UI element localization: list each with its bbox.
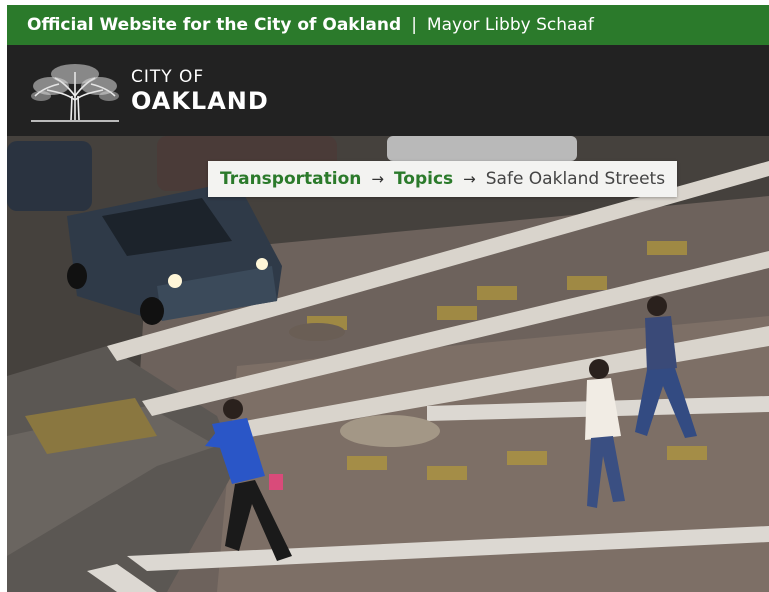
logo-oakland: OAKLAND <box>131 86 269 115</box>
logo-city-of: CITY OF <box>131 66 205 87</box>
city-of-oakland-logo[interactable]: CITY OF OAKLAND <box>29 60 269 122</box>
oak-tree-icon <box>31 63 119 122</box>
logo-wordmark: CITY OF OAKLAND <box>131 66 269 115</box>
hero-image: Transportation → Topics → Safe Oakland S… <box>7 136 769 592</box>
site-header: CITY OF OAKLAND <box>7 45 769 136</box>
crosswalk-photo <box>7 136 769 592</box>
breadcrumb-arrow-icon: → <box>463 170 476 188</box>
breadcrumb-link-topics[interactable]: Topics <box>394 169 453 189</box>
breadcrumb: Transportation → Topics → Safe Oakland S… <box>208 161 678 197</box>
mayor-link[interactable]: Mayor Libby Schaaf <box>427 15 594 35</box>
breadcrumb-current-page: Safe Oakland Streets <box>485 169 666 189</box>
breadcrumb-link-transportation[interactable]: Transportation <box>220 169 361 189</box>
page-frame: Official Website for the City of Oakland… <box>7 5 769 592</box>
official-website-link[interactable]: Official Website for the City of Oakland <box>27 15 401 35</box>
topbar-separator: | <box>411 15 417 35</box>
official-website-bar: Official Website for the City of Oakland… <box>7 5 769 45</box>
breadcrumb-arrow-icon: → <box>371 170 384 188</box>
